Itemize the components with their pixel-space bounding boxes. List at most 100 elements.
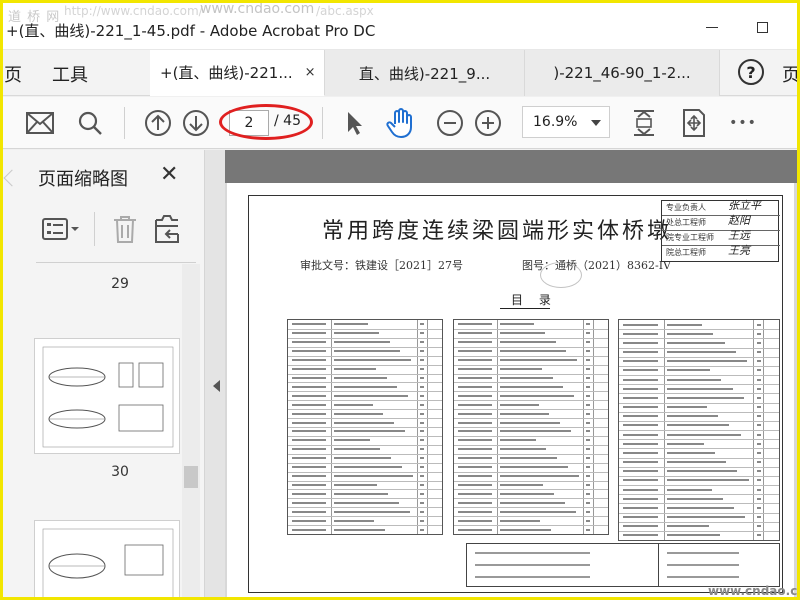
table-row-rule	[454, 516, 608, 518]
zoom-out-button[interactable]	[434, 107, 466, 139]
table-text-line	[458, 368, 492, 371]
table-text-line	[623, 378, 659, 381]
table-row-rule	[619, 494, 779, 496]
thumbnail-page-30[interactable]	[34, 338, 180, 454]
table-text-line	[586, 510, 591, 513]
index-table-3	[618, 319, 780, 541]
table-text-line	[292, 528, 326, 531]
nav-tools[interactable]: 工具	[52, 61, 88, 87]
table-text-line	[500, 421, 561, 424]
table-row-rule	[619, 356, 779, 358]
title-block-info	[466, 543, 658, 587]
table-row-rule	[619, 475, 779, 477]
title-block-text-line	[475, 564, 590, 566]
thumbnail-options-button[interactable]	[42, 216, 82, 246]
select-tool-button[interactable]	[338, 107, 370, 139]
toc-underline	[500, 308, 550, 309]
table-text-line	[334, 350, 401, 353]
tab-bar: 页 工具 +(直、曲线)-221... × 直、曲线)-221_9... )-2…	[0, 50, 800, 96]
table-text-line	[420, 492, 425, 495]
scrollbar-thumb[interactable]	[184, 466, 198, 488]
watermark-url-fragment: /abc.aspx	[316, 4, 374, 18]
chevron-down-icon	[591, 120, 601, 126]
table-text-line	[586, 501, 591, 504]
table-text-line	[667, 451, 715, 454]
table-text-line	[500, 341, 556, 344]
table-text-line	[500, 376, 553, 379]
tab-document-2[interactable]: 直、曲线)-221_9...	[325, 50, 525, 96]
panel-divider	[36, 262, 196, 263]
table-text-line	[458, 412, 492, 415]
previous-page-button[interactable]	[142, 107, 174, 139]
thumbnail-scrollbar[interactable]	[182, 264, 200, 600]
table-text-line	[292, 510, 326, 513]
table-row-rule	[619, 457, 779, 459]
fullscreen-icon	[683, 109, 705, 137]
table-row-rule	[454, 427, 608, 428]
search-button[interactable]	[74, 107, 106, 139]
tab-label: 直、曲线)-221_9...	[358, 64, 491, 83]
table-text-line	[667, 479, 749, 482]
extract-page-button[interactable]	[154, 214, 180, 248]
table-text-line	[420, 403, 425, 406]
table-text-line	[500, 457, 558, 460]
table-row-rule	[454, 418, 608, 420]
thumbnail-page-31[interactable]	[34, 520, 180, 600]
tab-document-1[interactable]: +(直、曲线)-221... ×	[150, 50, 325, 96]
minimize-button[interactable]	[690, 14, 734, 40]
table-row-rule	[619, 365, 779, 367]
zoom-in-button[interactable]	[472, 107, 504, 139]
table-text-line	[292, 359, 326, 362]
maximize-button[interactable]	[740, 14, 784, 40]
table-text-line	[623, 323, 659, 326]
table-text-line	[623, 406, 659, 409]
select-cursor-icon	[348, 112, 362, 135]
index-table-2	[453, 319, 609, 535]
table-row-rule	[619, 485, 779, 486]
panel-pointer	[3, 169, 21, 187]
fit-page-button[interactable]	[628, 107, 660, 139]
next-page-button[interactable]	[180, 107, 212, 139]
more-tools-button[interactable]: •••	[727, 107, 759, 139]
approval-number: 审批文号：铁建设［2021］27号	[300, 259, 463, 272]
table-text-line	[756, 433, 761, 436]
table-row-rule	[454, 453, 608, 455]
table-row-rule	[288, 373, 442, 375]
table-row-rule	[619, 530, 779, 532]
hand-tool-button[interactable]	[384, 107, 416, 139]
panel-collapse-bar[interactable]	[205, 150, 225, 600]
help-button[interactable]: ?	[738, 59, 764, 85]
nav-page[interactable]: 页	[4, 61, 22, 87]
table-text-line	[586, 359, 591, 362]
table-text-line	[586, 332, 591, 335]
nav-page-right[interactable]: 页	[782, 61, 800, 87]
table-text-line	[334, 475, 413, 478]
table-row-rule	[619, 347, 779, 349]
table-row-rule	[288, 498, 442, 500]
table-text-line	[292, 412, 326, 415]
delete-page-button[interactable]	[112, 214, 138, 248]
close-panel-button[interactable]: ✕	[160, 162, 178, 187]
table-text-line	[623, 488, 659, 491]
table-text-line	[458, 332, 492, 335]
signature-role: 院总工程师	[666, 248, 706, 257]
table-row-rule	[288, 346, 442, 348]
table-text-line	[586, 430, 591, 433]
table-text-line	[292, 466, 326, 469]
table-text-line	[292, 394, 326, 397]
mail-button[interactable]	[24, 107, 56, 139]
table-text-line	[334, 394, 409, 397]
table-text-line	[756, 506, 761, 509]
table-text-line	[292, 492, 326, 495]
table-text-line	[586, 466, 591, 469]
fit-page-icon	[634, 110, 654, 136]
table-text-line	[500, 323, 535, 326]
close-tab-icon[interactable]: ×	[305, 65, 316, 80]
table-text-line	[756, 351, 761, 354]
fullscreen-button[interactable]	[678, 107, 710, 139]
tab-document-3[interactable]: )-221_46-90_1-2...	[525, 50, 720, 96]
zoom-level-select[interactable]: 16.9%	[522, 106, 610, 138]
thumbnail-number: 29	[111, 276, 129, 292]
title-bar: 道 桥 网 http://www.cndao.com/ www.cndao.co…	[0, 0, 800, 50]
table-text-line	[586, 394, 591, 397]
